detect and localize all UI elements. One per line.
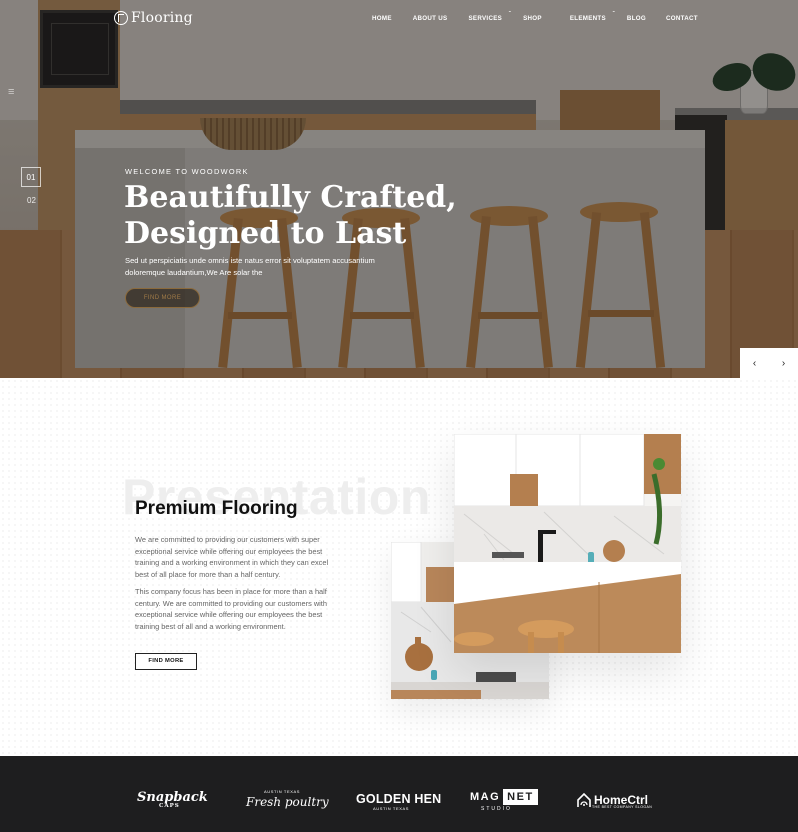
hero-kicker: WELCOME TO WOODWORK <box>125 167 249 176</box>
nav-item-services[interactable]: SERVICES ˇ <box>468 12 510 22</box>
brand-name-part: NET <box>503 789 538 805</box>
brand-logo-golden-hen[interactable]: GOLDEN HEN AUSTIN TEXAS <box>356 792 442 811</box>
brand-logo-snapback[interactable]: Snapback CAPS <box>137 790 208 809</box>
brand-logo-fresh-poultry[interactable]: AUSTIN TEXAS Fresh poultry <box>246 789 329 809</box>
hero-title: Beautifully Crafted, Designed to Last <box>124 180 457 251</box>
nav-menu: HOME ABOUT US SERVICES ˇ SHOP ELEMENTS ˇ… <box>372 12 698 22</box>
hero-slider: Flooring HOME ABOUT US SERVICES ˇ SHOP E… <box>0 0 798 378</box>
brand-logo-magnet-studio[interactable]: MAG NET STUDIO <box>467 789 538 812</box>
house-wifi-icon <box>577 792 591 807</box>
nav-item-elements[interactable]: ELEMENTS ˇ <box>569 12 615 22</box>
nav-item-shop[interactable]: SHOP <box>523 15 542 22</box>
circle-leaf-icon <box>114 11 128 25</box>
main-navbar: Flooring HOME ABOUT US SERVICES ˇ SHOP E… <box>0 0 798 40</box>
chevron-right-icon[interactable]: › <box>769 348 798 378</box>
kitchen-photo-large <box>454 434 681 653</box>
menu-lines-icon: ≡ <box>8 86 15 98</box>
nav-item-about-us[interactable]: ABOUT US <box>413 15 448 22</box>
brand-sub: AUSTIN TEXAS <box>264 789 301 794</box>
kitchen-photo-large-art <box>454 434 681 653</box>
brand-name: GOLDEN HEN <box>356 792 442 806</box>
section-title: Premium Flooring <box>135 498 298 522</box>
brand-logo-homectrl[interactable]: HomeCtrl THE BEST COMPANY SLOGAN <box>576 792 652 809</box>
nav-item-label: ELEMENTS <box>569 15 606 22</box>
brand-sub: AUSTIN TEXAS <box>373 806 410 811</box>
site-logo[interactable]: Flooring <box>114 10 193 26</box>
hero-find-more-button[interactable]: FIND MORE <box>125 288 200 308</box>
chevron-down-icon: ˇ <box>508 12 512 18</box>
logo-text: Flooring <box>131 10 193 26</box>
chevron-left-icon[interactable]: ‹ <box>740 348 769 378</box>
nav-item-blog[interactable]: BLOG <box>627 15 646 22</box>
brand-name-part: MAG <box>470 791 501 803</box>
hero-description: Sed ut perspiciatis unde omnis iste natu… <box>125 256 375 277</box>
section-find-more-button[interactable]: FIND MORE <box>135 653 197 670</box>
slide-indicator-next[interactable]: 02 <box>27 196 36 205</box>
nav-item-home[interactable]: HOME <box>372 15 392 22</box>
brand-name: Fresh poultry <box>246 795 329 809</box>
brand-sub: STUDIO <box>481 806 512 812</box>
section-paragraph-1: We are committed to providing our custom… <box>135 535 329 579</box>
section-title-plain: Premium <box>135 498 217 519</box>
nav-item-contact[interactable]: CONTACT <box>666 15 698 22</box>
slide-indicator-active[interactable]: 01 <box>21 167 41 187</box>
slider-arrows: ‹ › <box>740 348 798 378</box>
section-paragraph-2: This company focus has been in place for… <box>135 587 327 631</box>
nav-item-label: SERVICES <box>468 15 503 22</box>
chevron-down-icon: ˇ <box>612 12 615 18</box>
brand-sub: CAPS <box>159 803 180 809</box>
section-title-accent: Flooring <box>221 498 298 522</box>
brand-sub: THE BEST COMPANY SLOGAN <box>592 805 653 809</box>
